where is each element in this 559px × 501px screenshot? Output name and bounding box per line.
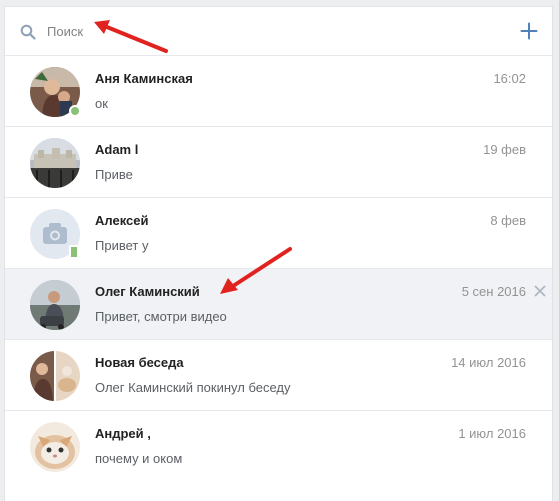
dialog-name: Алексей — [95, 213, 149, 228]
dialog-preview: Привет, смотри видео — [95, 309, 227, 324]
dialog-item[interactable]: Adam l Приве 19 фев — [5, 127, 552, 198]
avatar[interactable] — [30, 280, 80, 330]
dialog-preview: Привет у — [95, 238, 149, 253]
mobile-online-indicator — [69, 245, 79, 259]
dialog-name: Новая беседа — [95, 355, 184, 370]
dialog-time: 5 сен 2016 — [461, 284, 526, 299]
dialog-name: Олег Каминский — [95, 284, 200, 299]
annotation-arrow-dialog — [220, 247, 292, 294]
annotation-arrow-search — [94, 20, 168, 53]
dialog-time: 19 фев — [483, 142, 526, 157]
close-icon[interactable] — [534, 285, 546, 297]
dialog-time: 8 фев — [490, 213, 526, 228]
dialog-time: 14 июл 2016 — [451, 355, 526, 370]
avatar[interactable] — [30, 422, 80, 472]
online-indicator — [69, 105, 81, 117]
search-icon — [20, 24, 36, 40]
dialog-time: 1 июл 2016 — [458, 426, 526, 441]
dialog-name: Аня Каминская — [95, 71, 193, 86]
dialog-preview: почему и оком — [95, 451, 183, 466]
dialog-item[interactable]: Андрей , почему и оком 1 июл 2016 — [5, 411, 552, 482]
new-conversation-plus-icon[interactable] — [520, 22, 538, 40]
group-avatar[interactable] — [30, 351, 80, 401]
dialog-item[interactable]: Аня Каминская ок 16:02 — [5, 56, 552, 127]
dialog-preview: Олег Каминский покинул беседу — [95, 380, 291, 395]
dialog-preview: ок — [95, 96, 108, 111]
dialog-item[interactable]: Новая беседа Олег Каминский покинул бесе… — [5, 340, 552, 411]
dialog-name: Adam l — [95, 142, 139, 157]
dialog-time: 16:02 — [493, 71, 526, 86]
dialog-preview: Приве — [95, 167, 133, 182]
dialog-name: Андрей , — [95, 426, 151, 441]
avatar[interactable] — [30, 138, 80, 188]
